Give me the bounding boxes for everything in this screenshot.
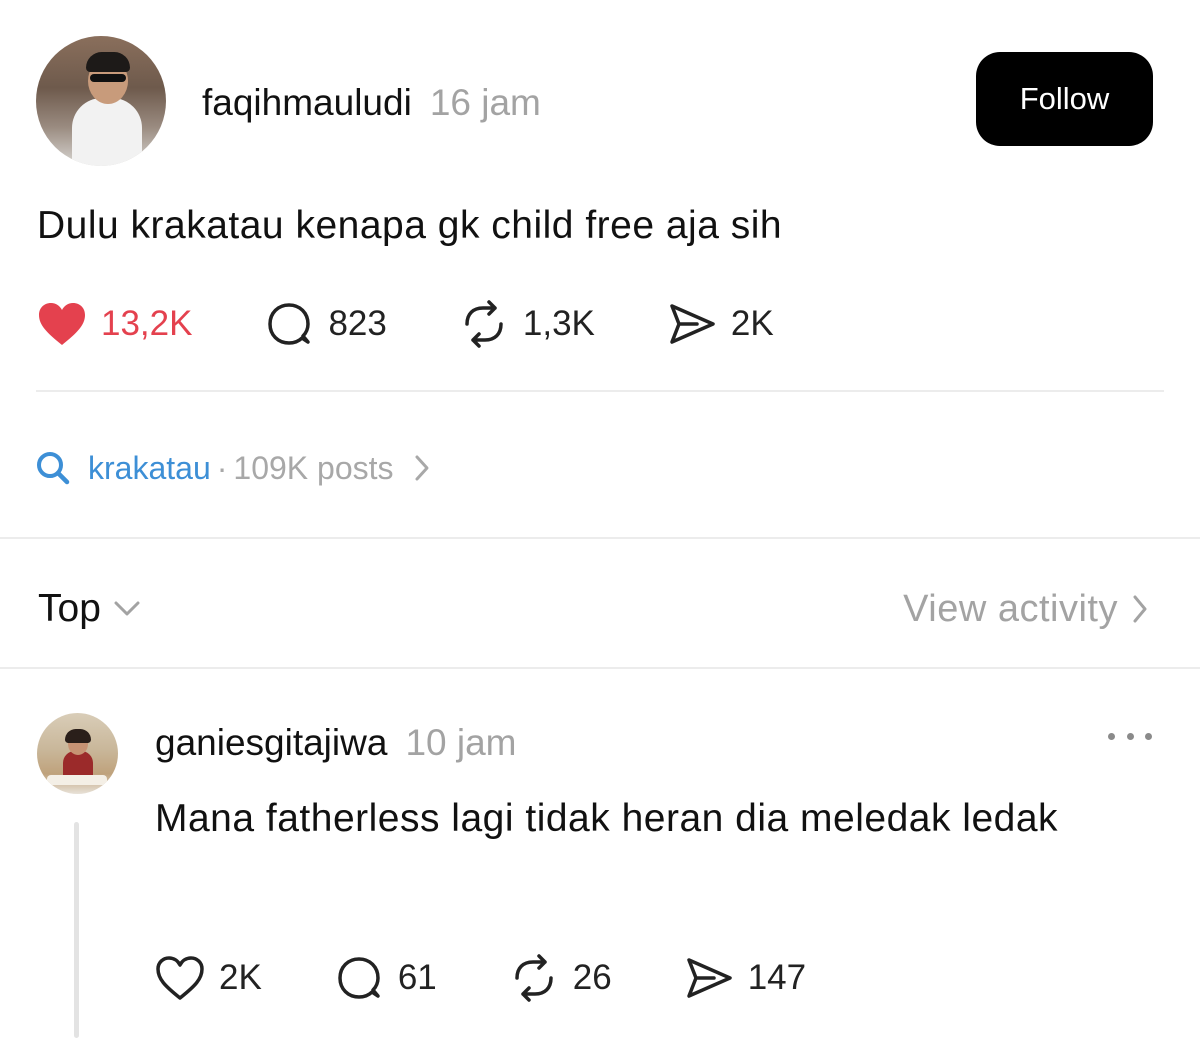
avatar[interactable] bbox=[36, 36, 166, 166]
share-count: 2K bbox=[730, 304, 774, 343]
view-activity-label: View activity bbox=[903, 587, 1118, 630]
divider bbox=[36, 390, 1164, 392]
section-divider bbox=[0, 667, 1200, 669]
comment-count: 823 bbox=[328, 304, 387, 343]
reply-actions: 2K 61 26 147 bbox=[155, 950, 806, 1006]
reply-comment-count: 61 bbox=[397, 958, 437, 997]
avatar-shirt bbox=[72, 98, 142, 166]
repost-count: 1,3K bbox=[522, 304, 595, 343]
more-dot bbox=[1126, 732, 1134, 740]
thread-line bbox=[74, 822, 79, 1038]
username[interactable]: faqihmauludi bbox=[202, 82, 412, 124]
chevron-right-icon bbox=[1133, 595, 1147, 623]
topic-separator: · bbox=[216, 449, 228, 486]
follow-button[interactable]: Follow bbox=[976, 52, 1153, 146]
avatar-hair bbox=[65, 729, 91, 743]
comment-icon bbox=[268, 303, 311, 345]
sort-label: Top bbox=[38, 587, 101, 630]
repost-button[interactable]: 1,3K bbox=[459, 300, 595, 348]
reply-username[interactable]: ganiesgitajiwa bbox=[155, 722, 387, 764]
avatar-table bbox=[47, 775, 107, 785]
share-icon bbox=[670, 304, 715, 344]
reply-avatar[interactable] bbox=[37, 713, 118, 794]
reply-comment-button[interactable]: 61 bbox=[334, 953, 437, 1003]
reply-header: ganiesgitajiwa 10 jam bbox=[155, 722, 517, 766]
reply-text: Mana fatherless lagi tidak heran dia mel… bbox=[155, 797, 1059, 840]
avatar-hair bbox=[86, 52, 130, 72]
reply-share-count: 147 bbox=[747, 958, 807, 997]
share-button[interactable]: 2K bbox=[667, 300, 774, 348]
search-icon bbox=[37, 452, 70, 485]
post-time: 16 jam bbox=[429, 82, 541, 123]
view-activity-link[interactable]: View activity bbox=[903, 584, 1148, 634]
more-dot bbox=[1108, 732, 1115, 740]
more-icon[interactable] bbox=[1108, 728, 1152, 744]
chevron-down-icon bbox=[114, 601, 140, 616]
heart-icon bbox=[39, 303, 85, 345]
reply-repost-count: 26 bbox=[572, 958, 612, 997]
repost-icon bbox=[515, 954, 553, 1002]
avatar-glasses bbox=[90, 74, 126, 82]
reply-time: 10 jam bbox=[405, 722, 517, 763]
like-count: 13,2K bbox=[101, 304, 193, 343]
post-header: faqihmauludi 16 jam bbox=[202, 82, 541, 126]
reply-share-button[interactable]: 147 bbox=[684, 954, 806, 1002]
post-actions: 13,2K 823 1,3K 2K bbox=[37, 296, 774, 352]
heart-icon bbox=[156, 956, 204, 1000]
like-button[interactable]: 13,2K bbox=[37, 301, 192, 347]
sort-dropdown[interactable]: Top bbox=[38, 584, 141, 634]
comment-button[interactable]: 823 bbox=[264, 299, 387, 349]
post-text: Dulu krakatau kenapa gk child free aja s… bbox=[37, 204, 783, 247]
topic-link[interactable]: krakatau · 109K posts bbox=[36, 446, 430, 490]
repost-icon bbox=[465, 300, 503, 348]
topic-tag: krakatau bbox=[88, 449, 211, 486]
share-icon bbox=[686, 958, 732, 998]
topic-post-count: 109K posts bbox=[233, 449, 394, 486]
reply-like-count: 2K bbox=[219, 958, 262, 997]
chevron-right-icon bbox=[415, 455, 428, 481]
more-dot bbox=[1145, 732, 1152, 740]
section-divider bbox=[0, 537, 1200, 539]
comment-icon bbox=[338, 957, 380, 999]
reply-repost-button[interactable]: 26 bbox=[509, 954, 612, 1002]
reply-like-button[interactable]: 2K bbox=[155, 955, 262, 1001]
